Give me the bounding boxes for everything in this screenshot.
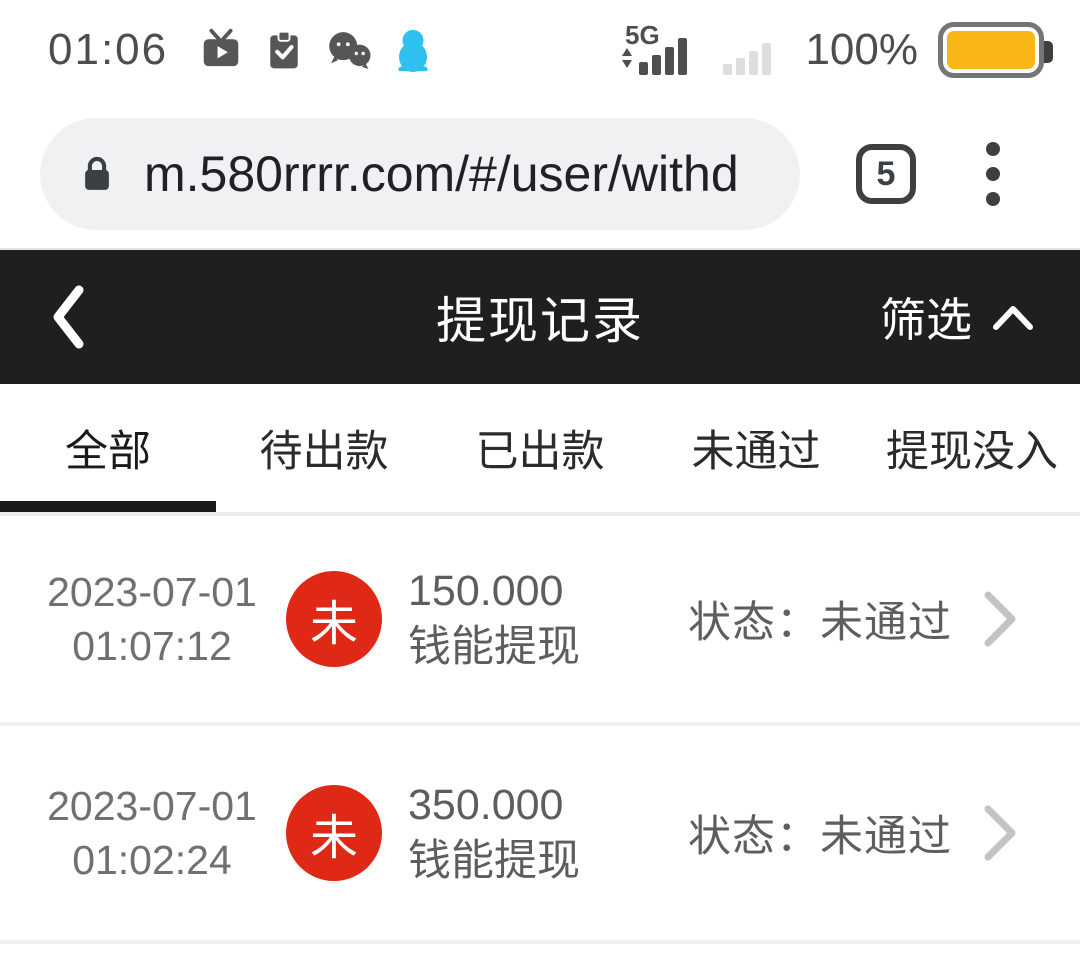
browser-menu-button[interactable]	[986, 142, 1000, 206]
tab-rejected[interactable]: 未通过	[648, 384, 864, 512]
next-row-stub	[0, 944, 1080, 978]
status-badge: 未	[286, 785, 382, 881]
address-bar[interactable]: m.580rrrr.com/#/user/withd	[40, 118, 800, 230]
clipboard-check-icon	[262, 27, 306, 73]
qq-icon	[392, 27, 434, 73]
clock-time: 01:06	[48, 25, 168, 75]
signal-sim2-icon	[715, 18, 785, 82]
status-right-cluster: 5G 100%	[617, 18, 1044, 82]
signal-5g-icon: 5G	[617, 18, 695, 82]
tab-paid-out[interactable]: 已出款	[432, 384, 648, 512]
record-datetime: 2023-07-01 01:07:12	[26, 565, 278, 673]
record-row[interactable]: 2023-07-01 01:07:12 未 150.000 钱能提现 状态：未通…	[0, 516, 1080, 722]
lock-icon	[78, 151, 116, 197]
status-tabs: 全部 待出款 已出款 未通过 提现没入	[0, 384, 1080, 516]
status-badge: 未	[286, 571, 382, 667]
filter-label: 筛选	[880, 284, 972, 350]
battery-percent: 100%	[805, 25, 918, 75]
tv-app-icon	[198, 27, 244, 73]
record-method: 钱能提现	[408, 619, 580, 675]
record-status: 状态：未通过	[688, 588, 952, 650]
wechat-icon	[324, 27, 374, 73]
tab-not-credited[interactable]: 提现没入	[864, 384, 1080, 512]
record-row[interactable]: 2023-07-01 01:02:24 未 350.000 钱能提现 状态：未通…	[0, 726, 1080, 940]
notification-icons	[198, 27, 434, 73]
tab-pending-payout[interactable]: 待出款	[216, 384, 432, 512]
record-amount: 150.000	[408, 563, 580, 619]
status-bar: 01:06 5G	[0, 0, 1080, 100]
record-status: 状态：未通过	[688, 802, 952, 864]
chevron-up-icon	[992, 303, 1034, 331]
url-text: m.580rrrr.com/#/user/withd	[144, 145, 739, 203]
chevron-right-icon	[982, 803, 1018, 863]
tab-all[interactable]: 全部	[0, 384, 216, 512]
battery-icon	[938, 22, 1044, 78]
tab-switcher-button[interactable]: 5	[856, 144, 916, 204]
page-header: 提现记录 筛选	[0, 250, 1080, 384]
record-amount-block: 350.000 钱能提现	[408, 777, 580, 889]
filter-button[interactable]: 筛选	[880, 284, 1034, 350]
record-method: 钱能提现	[408, 833, 580, 889]
chevron-right-icon	[982, 589, 1018, 649]
browser-toolbar: m.580rrrr.com/#/user/withd 5	[0, 100, 1080, 250]
record-datetime: 2023-07-01 01:02:24	[26, 779, 278, 887]
record-amount: 350.000	[408, 777, 580, 833]
record-amount-block: 150.000 钱能提现	[408, 563, 580, 675]
svg-text:5G: 5G	[625, 20, 660, 50]
